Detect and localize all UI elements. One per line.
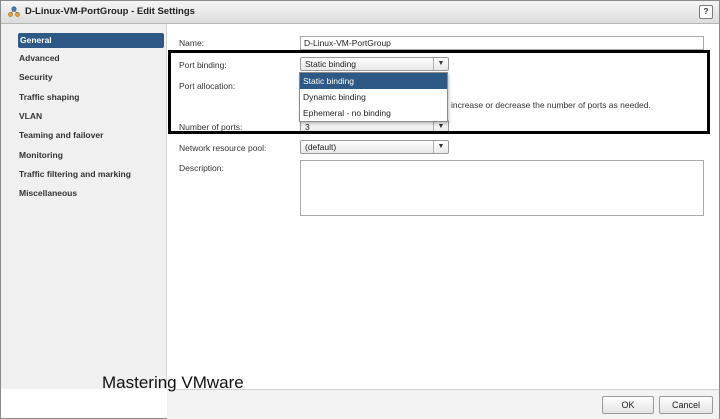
dropdown-option-static-binding[interactable]: Static binding: [300, 73, 447, 89]
number-of-ports-stepper[interactable]: 3 ▼: [300, 120, 449, 134]
port-binding-select[interactable]: Static binding ▼: [300, 57, 449, 71]
sidebar-item-advanced[interactable]: Advanced: [19, 51, 60, 66]
sidebar-item-monitoring[interactable]: Monitoring: [19, 148, 63, 163]
description-field[interactable]: [300, 160, 704, 216]
name-label: Name:: [179, 38, 205, 48]
portgroup-icon: [8, 6, 20, 17]
dialog-footer: OK Cancel: [167, 389, 719, 419]
sidebar-item-traffic-filtering[interactable]: Traffic filtering and marking: [19, 167, 131, 182]
dropdown-option-ephemeral[interactable]: Ephemeral - no binding: [300, 105, 447, 121]
edit-settings-dialog: D-Linux-VM-PortGroup - Edit Settings ? G…: [0, 0, 720, 419]
number-of-ports-value: 3: [305, 122, 310, 132]
port-binding-label: Port binding:: [179, 60, 227, 70]
chevron-down-icon[interactable]: ▼: [433, 58, 448, 70]
help-button[interactable]: ?: [699, 5, 713, 19]
name-field[interactable]: D-Linux-VM-PortGroup: [300, 36, 704, 50]
cancel-button[interactable]: Cancel: [659, 396, 713, 414]
network-resource-pool-select[interactable]: (default) ▼: [300, 140, 449, 154]
sidebar-item-traffic-shaping[interactable]: Traffic shaping: [19, 90, 79, 105]
dropdown-option-dynamic-binding[interactable]: Dynamic binding: [300, 89, 447, 105]
title-bar[interactable]: D-Linux-VM-PortGroup - Edit Settings ?: [1, 1, 719, 24]
chevron-down-icon[interactable]: ▼: [433, 121, 448, 133]
number-of-ports-label: Number of ports:: [179, 122, 243, 132]
ok-button[interactable]: OK: [602, 396, 654, 414]
sidebar-item-teaming-and-failover[interactable]: Teaming and failover: [19, 128, 103, 143]
port-allocation-hint: increase or decrease the number of ports…: [451, 100, 651, 110]
port-allocation-label: Port allocation:: [179, 81, 236, 91]
sidebar-item-security[interactable]: Security: [19, 70, 53, 85]
chevron-down-icon[interactable]: ▼: [433, 141, 448, 153]
description-label: Description:: [179, 163, 224, 173]
network-resource-pool-label: Network resource pool:: [179, 143, 267, 153]
network-resource-pool-value: (default): [305, 142, 337, 152]
sidebar-item-vlan[interactable]: VLAN: [19, 109, 42, 124]
settings-sidebar: General Advanced Security Traffic shapin…: [1, 24, 167, 389]
port-binding-value: Static binding: [305, 59, 357, 69]
sidebar-item-miscellaneous[interactable]: Miscellaneous: [19, 186, 77, 201]
dialog-title: D-Linux-VM-PortGroup - Edit Settings: [25, 6, 195, 17]
port-binding-dropdown-list: Static binding Dynamic binding Ephemeral…: [299, 72, 448, 122]
watermark-text: Mastering VMware: [102, 373, 244, 392]
sidebar-item-general[interactable]: General: [18, 33, 164, 48]
